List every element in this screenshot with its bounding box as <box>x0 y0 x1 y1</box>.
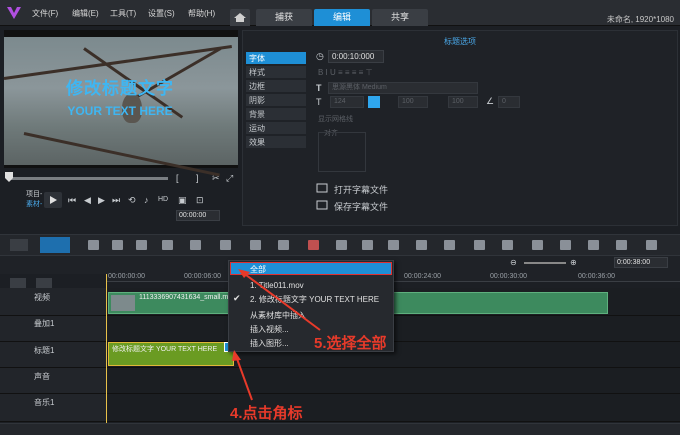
status-bar <box>0 423 680 435</box>
annotation-step5: 5.选择全部 <box>314 335 387 352</box>
annotation-arrows <box>232 269 321 401</box>
annotation-step4: 4.点击角标 <box>230 405 303 422</box>
